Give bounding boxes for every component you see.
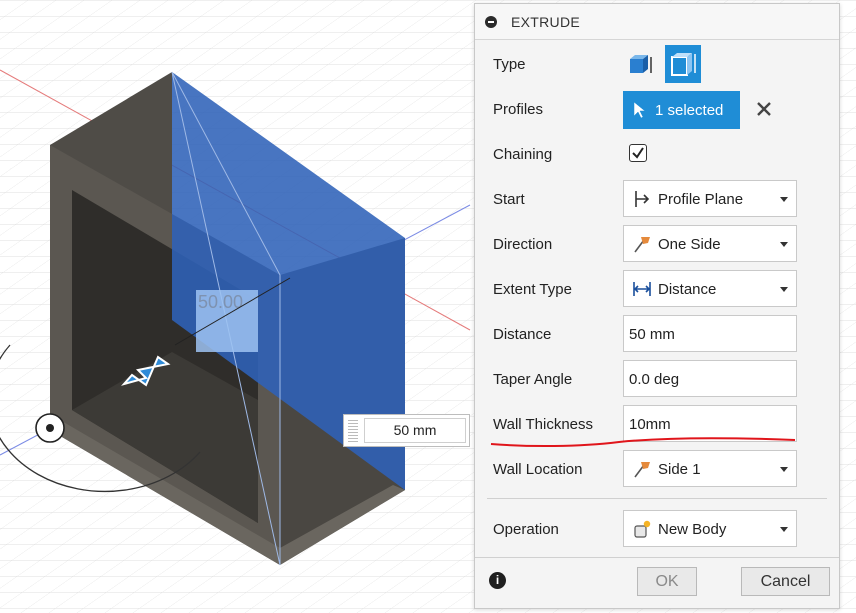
chevron-down-icon — [780, 197, 788, 202]
cancel-button[interactable]: Cancel — [741, 567, 830, 596]
operation-dropdown[interactable]: New Body — [623, 510, 797, 547]
thin-extrude-icon — [671, 53, 696, 76]
wall-location-label: Wall Location — [493, 461, 583, 478]
distance-manipulator-value[interactable]: 50 mm — [364, 418, 466, 443]
extent-type-dropdown[interactable]: Distance — [623, 270, 797, 307]
operation-value: New Body — [658, 521, 727, 538]
chevron-down-icon — [780, 527, 788, 532]
profile-plane-icon — [635, 191, 650, 207]
collapse-icon[interactable] — [485, 16, 497, 28]
start-label: Start — [493, 191, 525, 208]
profiles-value: 1 selected — [655, 102, 724, 119]
solid-extrude-icon — [630, 55, 652, 73]
type-thin-button[interactable] — [665, 45, 701, 83]
divider — [475, 557, 839, 558]
type-solid-button[interactable] — [625, 49, 655, 79]
checkmark-icon — [632, 147, 644, 159]
new-body-icon — [634, 520, 651, 538]
profiles-label: Profiles — [493, 101, 544, 118]
wall-location-value: Side 1 — [658, 461, 701, 478]
wall-location-dropdown[interactable]: Side 1 — [623, 450, 797, 487]
direction-label: Direction — [493, 236, 553, 253]
chaining-label: Chaining — [493, 146, 553, 163]
drag-grip-icon[interactable] — [348, 419, 358, 442]
start-dropdown[interactable]: Profile Plane — [623, 180, 797, 217]
taper-angle-input[interactable]: 0.0 deg — [623, 360, 797, 397]
clear-selection-icon[interactable] — [755, 100, 773, 118]
chevron-down-icon — [780, 467, 788, 472]
taper-angle-label: Taper Angle — [493, 371, 573, 388]
distance-input[interactable]: 50 mm — [623, 315, 797, 352]
side-flag-icon — [634, 462, 650, 478]
one-side-icon — [634, 237, 650, 253]
divider — [487, 498, 827, 499]
chevron-down-icon — [780, 242, 788, 247]
dialog-title: EXTRUDE — [511, 14, 580, 30]
direction-value: One Side — [658, 236, 721, 253]
ok-button[interactable]: OK — [637, 567, 697, 596]
start-value: Profile Plane — [658, 191, 744, 208]
distance-label: Distance — [493, 326, 552, 343]
type-label: Type — [493, 56, 526, 73]
operation-label: Operation — [493, 521, 559, 538]
info-icon[interactable]: i — [489, 572, 506, 589]
extent-type-label: Extent Type — [493, 281, 572, 298]
extent-type-value: Distance — [658, 281, 717, 298]
dialog-header[interactable]: EXTRUDE — [475, 4, 839, 40]
extrude-dialog: EXTRUDE Type Profiles 1 selected Chainin… — [474, 3, 840, 609]
red-underline-annotation — [490, 437, 796, 448]
chevron-down-icon — [780, 287, 788, 292]
profiles-select-button[interactable]: 1 selected — [623, 91, 740, 129]
distance-icon — [633, 282, 651, 296]
cursor-icon — [633, 101, 646, 119]
distance-manipulator-input[interactable]: 50 mm — [343, 414, 470, 447]
direction-dropdown[interactable]: One Side — [623, 225, 797, 262]
chaining-checkbox[interactable] — [629, 144, 647, 162]
